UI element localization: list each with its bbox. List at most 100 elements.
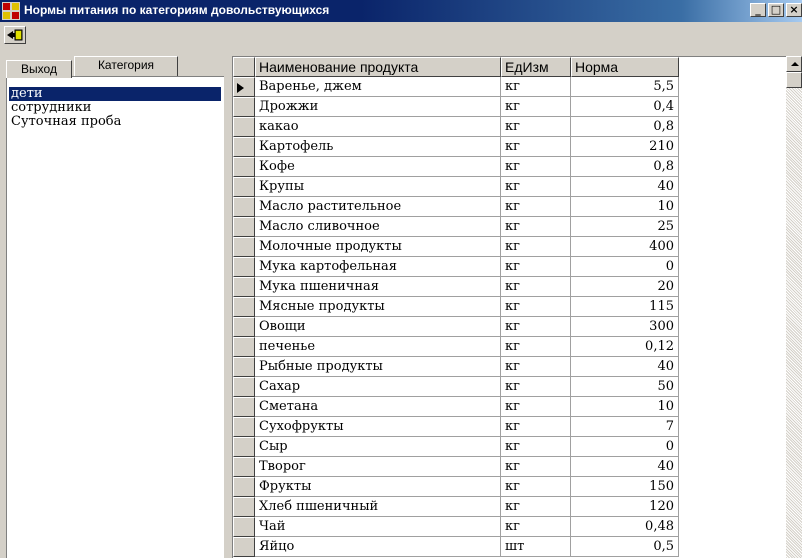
row-indicator[interactable] [233,97,255,117]
cell-product[interactable]: Сахар [255,377,501,397]
cell-product[interactable]: Молочные продукты [255,237,501,257]
column-header-unit[interactable]: ЕдИзм [501,57,571,77]
cell-product[interactable]: Кофе [255,157,501,177]
cell-product[interactable]: Творог [255,457,501,477]
row-indicator[interactable] [233,497,255,517]
row-indicator[interactable] [233,337,255,357]
cell-product[interactable]: Картофель [255,137,501,157]
title-bar[interactable]: Нормы питания по категориям довольствующ… [0,0,802,22]
row-indicator[interactable] [233,417,255,437]
table-row[interactable]: Хлеб пшеничный кг 120 [233,497,679,517]
cell-unit[interactable]: кг [501,237,571,257]
cell-unit[interactable]: кг [501,397,571,417]
cell-norm[interactable]: 0,4 [571,97,679,117]
cell-norm[interactable]: 10 [571,397,679,417]
cell-product[interactable]: Варенье, джем [255,77,501,97]
table-row[interactable]: печенье кг 0,12 [233,337,679,357]
list-item[interactable]: Суточная проба [9,115,121,129]
cell-product[interactable]: Крупы [255,177,501,197]
row-indicator[interactable] [233,317,255,337]
table-row[interactable]: Мука картофельная кг 0 [233,257,679,277]
row-indicator[interactable] [233,297,255,317]
row-indicator[interactable] [233,517,255,537]
cell-unit[interactable]: кг [501,477,571,497]
cell-unit[interactable]: кг [501,217,571,237]
cell-unit[interactable]: кг [501,97,571,117]
table-row[interactable]: Фрукты кг 150 [233,477,679,497]
cell-product[interactable]: какао [255,117,501,137]
cell-norm[interactable]: 5,5 [571,77,679,97]
table-row[interactable]: Масло растительное кг 10 [233,197,679,217]
row-indicator[interactable] [233,477,255,497]
cell-norm[interactable]: 7 [571,417,679,437]
row-indicator[interactable] [233,437,255,457]
row-indicator[interactable] [233,117,255,137]
cell-product[interactable]: Сухофрукты [255,417,501,437]
cell-norm[interactable]: 0 [571,257,679,277]
minimize-button[interactable]: _ [750,3,766,17]
row-indicator[interactable] [233,377,255,397]
cell-unit[interactable]: кг [501,357,571,377]
cell-norm[interactable]: 210 [571,137,679,157]
tab-category[interactable]: Категория [74,56,178,76]
cell-unit[interactable]: кг [501,257,571,277]
maximize-button[interactable]: □ [768,3,784,17]
row-indicator[interactable] [233,457,255,477]
vertical-scrollbar[interactable] [786,56,802,558]
table-row[interactable]: Овощи кг 300 [233,317,679,337]
cell-unit[interactable]: кг [501,277,571,297]
table-row[interactable]: Варенье, джем кг 5,5 [233,77,679,97]
exit-toolbar-button[interactable] [4,26,26,44]
cell-product[interactable]: Рыбные продукты [255,357,501,377]
cell-norm[interactable]: 0 [571,437,679,457]
cell-unit[interactable]: кг [501,377,571,397]
cell-unit[interactable]: кг [501,197,571,217]
cell-product[interactable]: Мука картофельная [255,257,501,277]
cell-norm[interactable]: 20 [571,277,679,297]
cell-norm[interactable]: 40 [571,457,679,477]
cell-norm[interactable]: 40 [571,177,679,197]
cell-product[interactable]: Фрукты [255,477,501,497]
cell-product[interactable]: печенье [255,337,501,357]
list-item[interactable]: дети [9,87,221,101]
table-row[interactable]: Мука пшеничная кг 20 [233,277,679,297]
table-row[interactable]: Мясные продукты кг 115 [233,297,679,317]
category-list[interactable]: дети сотрудники Суточная проба [6,76,224,558]
table-row[interactable]: Яйцо шт 0,5 [233,537,679,557]
table-row[interactable]: Масло сливочное кг 25 [233,217,679,237]
row-indicator[interactable] [233,237,255,257]
cell-unit[interactable]: кг [501,177,571,197]
cell-norm[interactable]: 50 [571,377,679,397]
row-indicator[interactable] [233,217,255,237]
row-indicator[interactable] [233,197,255,217]
row-indicator[interactable] [233,157,255,177]
cell-unit[interactable]: шт [501,537,571,557]
cell-norm[interactable]: 25 [571,217,679,237]
cell-norm[interactable]: 115 [571,297,679,317]
cell-unit[interactable]: кг [501,457,571,477]
cell-norm[interactable]: 0,8 [571,117,679,137]
tab-exit[interactable]: Выход [6,60,72,78]
cell-product[interactable]: Масло сливочное [255,217,501,237]
table-row[interactable]: Сметана кг 10 [233,397,679,417]
cell-product[interactable]: Дрожжи [255,97,501,117]
cell-unit[interactable]: кг [501,517,571,537]
cell-product[interactable]: Масло растительное [255,197,501,217]
cell-product[interactable]: Сыр [255,437,501,457]
table-row[interactable]: Крупы кг 40 [233,177,679,197]
scroll-up-button[interactable] [786,56,802,72]
column-header-norm[interactable]: Норма [571,57,679,77]
table-row[interactable]: какао кг 0,8 [233,117,679,137]
row-indicator[interactable] [233,277,255,297]
cell-norm[interactable]: 10 [571,197,679,217]
cell-unit[interactable]: кг [501,437,571,457]
table-row[interactable]: Картофель кг 210 [233,137,679,157]
table-row[interactable]: Сыр кг 0 [233,437,679,457]
close-button[interactable]: × [786,3,802,17]
cell-unit[interactable]: кг [501,417,571,437]
cell-norm[interactable]: 300 [571,317,679,337]
scroll-thumb[interactable] [786,72,802,88]
cell-unit[interactable]: кг [501,77,571,97]
column-header-product[interactable]: Наименование продукта [255,57,501,77]
row-indicator[interactable] [233,537,255,557]
